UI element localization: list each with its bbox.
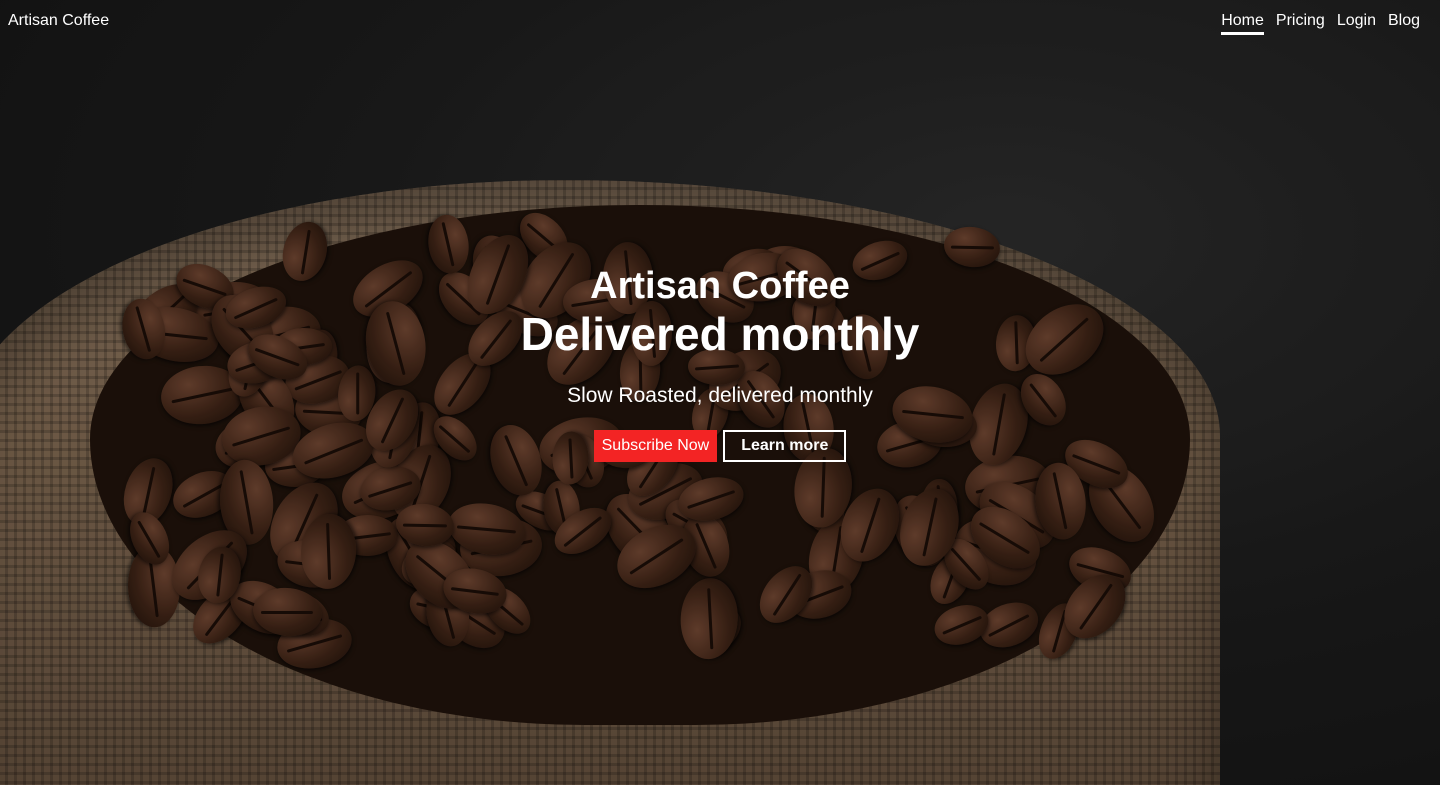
nav-item-login[interactable]: Login bbox=[1337, 12, 1376, 35]
top-nav: Home Pricing Login Blog bbox=[1221, 12, 1420, 35]
nav-item-pricing[interactable]: Pricing bbox=[1276, 12, 1325, 35]
hero-subtitle: Slow Roasted, delivered monthly bbox=[567, 384, 873, 407]
hero-tagline: Delivered monthly bbox=[520, 308, 920, 360]
hero-title: Artisan Coffee bbox=[590, 265, 850, 307]
learn-more-button[interactable]: Learn more bbox=[723, 430, 847, 462]
nav-item-home[interactable]: Home bbox=[1221, 12, 1264, 35]
brand-logo-link[interactable]: Artisan Coffee bbox=[8, 12, 109, 30]
subscribe-now-button[interactable]: Subscribe Now bbox=[593, 430, 718, 462]
hero-section: Artisan Coffee Home Pricing Login Blog A… bbox=[0, 0, 1440, 785]
hero-content: Artisan Coffee Delivered monthly Slow Ro… bbox=[0, 264, 1440, 462]
hero-buttons: Subscribe Now Learn more bbox=[0, 430, 1440, 462]
nav-item-blog[interactable]: Blog bbox=[1388, 12, 1420, 35]
